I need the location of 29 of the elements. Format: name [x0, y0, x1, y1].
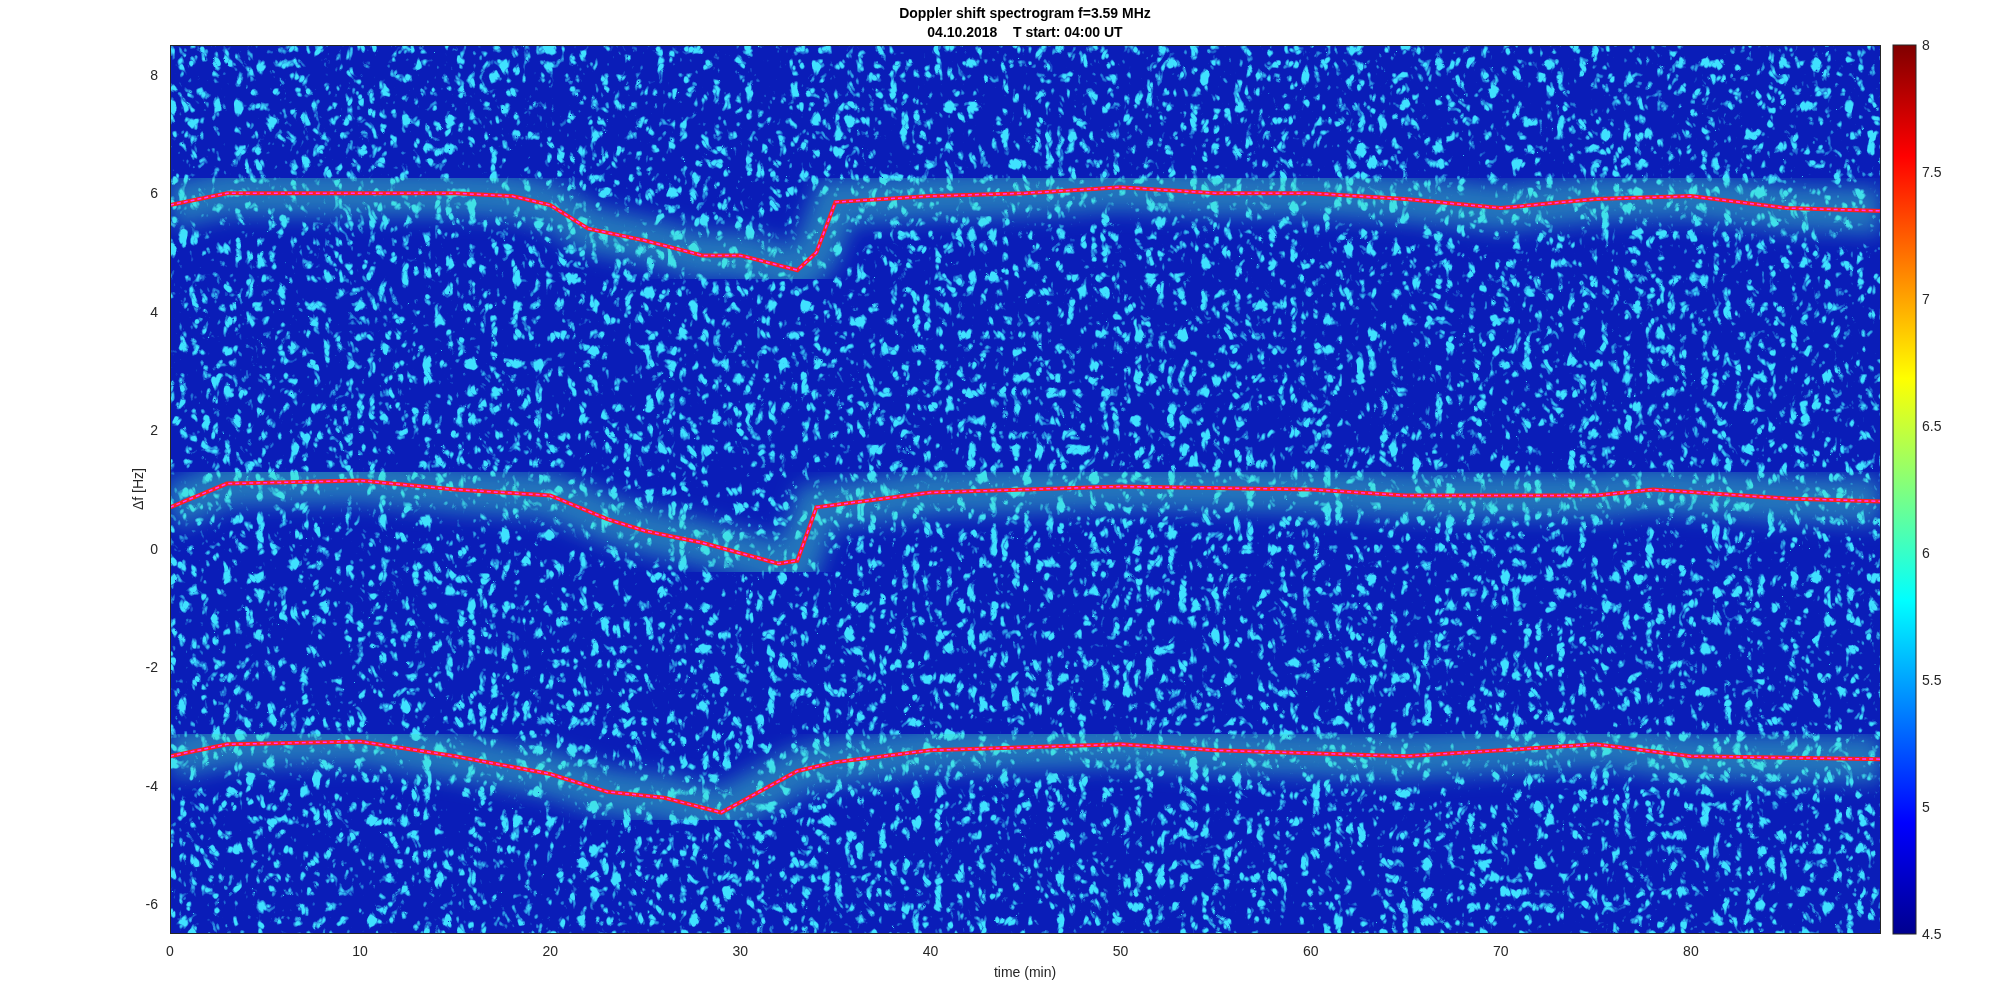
x-tick-label: 40 [922, 943, 939, 959]
x-tick-label: 10 [352, 943, 368, 959]
y-tick-label: 4 [150, 303, 158, 320]
colorbar-tick-label: 6 [1922, 545, 1930, 561]
y-tick-label: 0 [150, 540, 158, 557]
chart-title: Doppler shift spectrogram f=3.59 MHz [899, 5, 1151, 21]
y-tick-label: 2 [150, 422, 158, 439]
colorbar-tick-label: 4.5 [1922, 926, 1942, 942]
colorbar-tick-label: 8 [1922, 37, 1930, 53]
colorbar-tick-label: 7 [1922, 291, 1930, 307]
x-tick-label: 30 [732, 943, 749, 959]
colorbar-tick-label: 7.5 [1922, 164, 1942, 180]
colorbar-tick-label: 6.5 [1922, 418, 1942, 434]
y-axis-label: Δf [Hz] [130, 468, 146, 510]
y-tick-label: 8 [150, 66, 158, 83]
x-tick-label: 70 [1493, 943, 1509, 959]
x-tick-label: 50 [1112, 943, 1129, 959]
y-tick-label: 6 [150, 185, 158, 202]
y-tick-label: -4 [145, 777, 158, 794]
chart-subtitle: 04.10.2018 T start: 04:00 UT [927, 24, 1123, 40]
x-tick-label: 80 [1683, 943, 1699, 959]
x-axis-label: time (min) [993, 964, 1057, 980]
y-tick-label: -6 [145, 896, 158, 913]
x-tick-label: 60 [1302, 943, 1319, 959]
colorbar-tick-label: 5.5 [1922, 672, 1942, 688]
colorbar-tick-label: 5 [1922, 799, 1930, 815]
x-tick-label: 0 [166, 943, 174, 959]
y-tick-label: -2 [145, 659, 158, 676]
x-tick-label: 20 [542, 943, 558, 959]
